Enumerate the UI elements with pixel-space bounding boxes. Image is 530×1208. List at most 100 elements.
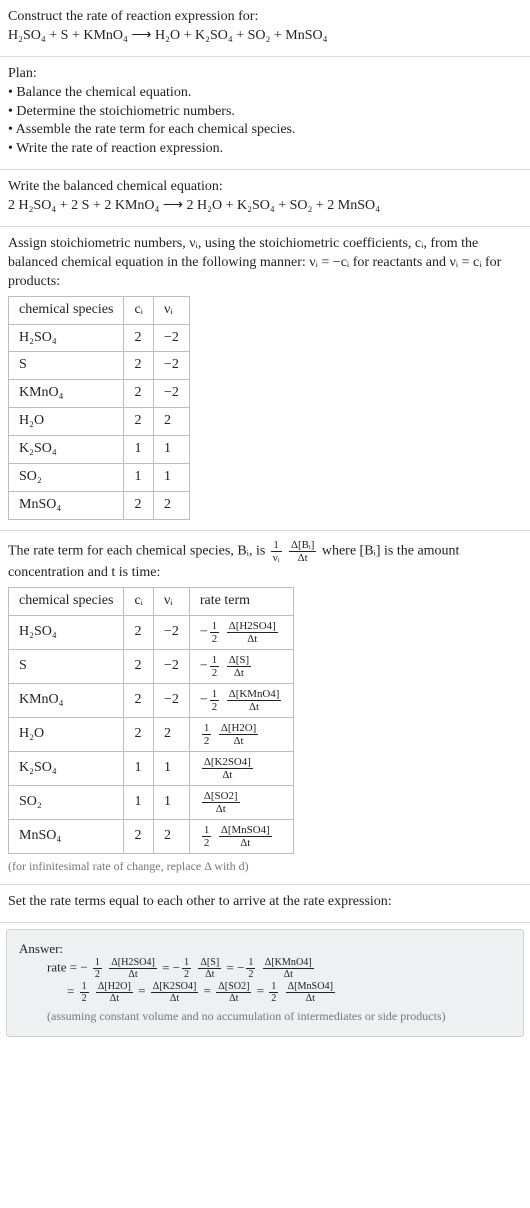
delta-fraction: Δ[KMnO4]Δt <box>227 688 282 713</box>
cell: 2 <box>153 491 189 519</box>
table-row: S2−2 <box>9 352 190 380</box>
cell: H₂SO₄ <box>9 324 124 352</box>
cell: −2 <box>153 380 189 408</box>
cell-rate-term: Δ[K2SO4]Δt <box>189 751 294 785</box>
rate-prefix2: = <box>67 983 78 998</box>
numerator: Δ[SO2] <box>216 981 251 993</box>
numerator: Δ[MnSO4] <box>286 981 335 993</box>
cell: 2 <box>124 615 154 649</box>
coef-fraction: 12 <box>202 824 211 849</box>
cell: 2 <box>124 819 154 853</box>
rate-prefix: rate = − <box>47 960 88 975</box>
plan-item: • Balance the chemical equation. <box>8 84 522 103</box>
numerator: 1 <box>210 654 219 667</box>
cell: −2 <box>153 649 189 683</box>
stoich-intro: Assign stoichiometric numbers, νᵢ, using… <box>8 235 522 292</box>
delta-fraction: Δ[KMnO4]Δt <box>263 957 314 980</box>
problem-line1: Construct the rate of reaction expressio… <box>8 8 522 27</box>
cell: S <box>9 649 124 683</box>
denominator: 2 <box>210 633 219 645</box>
cell-rate-term: −12 Δ[KMnO4]Δt <box>189 683 294 717</box>
delta-fraction: Δ[K2SO4]Δt <box>202 756 253 781</box>
numerator: 1 <box>93 957 102 969</box>
delta-fraction: Δ[H2O]Δt <box>96 981 133 1004</box>
set-equal-section: Set the rate terms equal to each other t… <box>0 885 530 923</box>
col-header: chemical species <box>9 587 124 615</box>
delta-fraction: Δ[MnSO4]Δt <box>286 981 335 1004</box>
cell: 1 <box>124 751 154 785</box>
denominator: 2 <box>182 969 191 980</box>
denominator: 2 <box>202 735 211 747</box>
cell: 1 <box>124 436 154 464</box>
table-row: H₂SO₄2−2−12 Δ[H2SO4]Δt <box>9 615 294 649</box>
denominator: νᵢ <box>271 552 282 564</box>
denominator: 2 <box>80 993 89 1004</box>
table-row: MnSO₄2212 Δ[MnSO4]Δt <box>9 819 294 853</box>
delta-fraction: Δ[H2O]Δt <box>219 722 258 747</box>
numerator: Δ[SO2] <box>202 790 240 803</box>
table-row: KMnO₄2−2 <box>9 380 190 408</box>
cell: −2 <box>153 324 189 352</box>
cell: 1 <box>153 785 189 819</box>
tail: = − <box>159 960 180 975</box>
plan-item: • Assemble the rate term for each chemic… <box>8 121 522 140</box>
col-header: rate term <box>189 587 294 615</box>
infinitesimal-note: (for infinitesimal rate of change, repla… <box>8 858 522 874</box>
table-row: MnSO₄22 <box>9 491 190 519</box>
tail: = <box>253 983 267 998</box>
table-row: H₂SO₄2−2 <box>9 324 190 352</box>
cell: H₂O <box>9 408 124 436</box>
denominator: Δt <box>202 803 240 815</box>
answer-note: (assuming constant volume and no accumul… <box>19 1008 511 1024</box>
answer-line2: = 12 Δ[H2O]Δt = Δ[K2SO4]Δt = Δ[SO2]Δt = … <box>19 981 511 1004</box>
numerator: 1 <box>80 981 89 993</box>
answer-box: Answer: rate = − 12 Δ[H2SO4]Δt = −12 Δ[S… <box>6 929 524 1037</box>
coef-fraction: 12 <box>80 981 89 1004</box>
set-equal-text: Set the rate terms equal to each other t… <box>8 893 522 912</box>
col-header: νᵢ <box>153 587 189 615</box>
delta-fraction: Δ[S]Δt <box>198 957 221 980</box>
denominator: Δt <box>289 552 316 564</box>
fraction: Δ[Bᵢ] Δt <box>289 539 316 564</box>
table-row: K₂SO₄11 <box>9 436 190 464</box>
cell: 2 <box>124 491 154 519</box>
table-row: SO₂11 <box>9 464 190 492</box>
cell: 2 <box>124 408 154 436</box>
cell-rate-term: 12 Δ[H2O]Δt <box>189 717 294 751</box>
numerator: Δ[H2O] <box>96 981 133 993</box>
numerator: Δ[H2O] <box>219 722 258 735</box>
denominator: Δt <box>151 993 199 1004</box>
delta-fraction: Δ[H2SO4]Δt <box>109 957 157 980</box>
delta-fraction: Δ[SO2]Δt <box>216 981 251 1004</box>
rate-term-table: chemical species cᵢ νᵢ rate term H₂SO₄2−… <box>8 587 294 854</box>
tail: = <box>135 983 149 998</box>
rate-term-section: The rate term for each chemical species,… <box>0 531 530 885</box>
cell: 1 <box>124 464 154 492</box>
rate-term-intro-text: The rate term for each chemical species,… <box>8 544 269 559</box>
cell: SO₂ <box>9 785 124 819</box>
numerator: 1 <box>269 981 278 993</box>
coef-fraction: 12 <box>269 981 278 1004</box>
cell: 2 <box>124 683 154 717</box>
denominator: Δt <box>227 701 282 713</box>
tail: = <box>200 983 214 998</box>
denominator: 2 <box>269 993 278 1004</box>
balanced-equation-section: Write the balanced chemical equation: 2 … <box>0 170 530 227</box>
delta-fraction: Δ[S]Δt <box>227 654 251 679</box>
cell: 2 <box>124 717 154 751</box>
cell: KMnO₄ <box>9 683 124 717</box>
plan-item: • Determine the stoichiometric numbers. <box>8 103 522 122</box>
table-row: KMnO₄2−2−12 Δ[KMnO4]Δt <box>9 683 294 717</box>
delta-fraction: Δ[MnSO4]Δt <box>219 824 272 849</box>
cell: 2 <box>153 408 189 436</box>
cell: K₂SO₄ <box>9 751 124 785</box>
table-row: H₂O2212 Δ[H2O]Δt <box>9 717 294 751</box>
cell-rate-term: Δ[SO2]Δt <box>189 785 294 819</box>
cell-rate-term: 12 Δ[MnSO4]Δt <box>189 819 294 853</box>
table-header-row: chemical species cᵢ νᵢ rate term <box>9 587 294 615</box>
cell: −2 <box>153 352 189 380</box>
minus-sign: − <box>200 624 208 639</box>
cell: 1 <box>153 436 189 464</box>
numerator: Δ[Bᵢ] <box>289 539 316 552</box>
stoich-table: chemical species cᵢ νᵢ H₂SO₄2−2 S2−2 KMn… <box>8 296 190 520</box>
